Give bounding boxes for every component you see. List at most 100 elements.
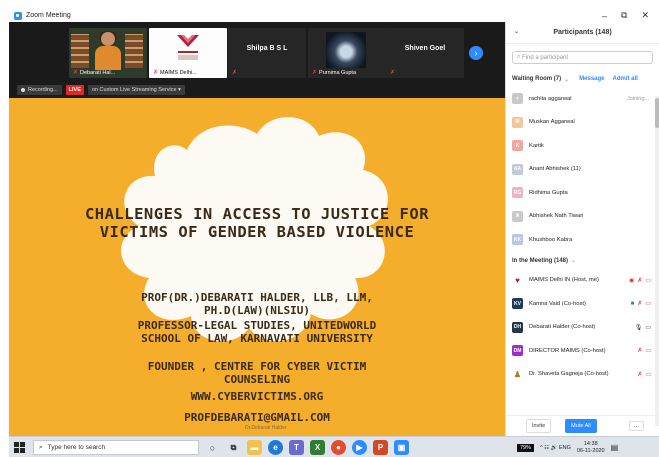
mic-muted-icon[interactable]: ✗ [637, 300, 642, 307]
more-options-button[interactable]: ... [628, 421, 644, 431]
participant-controls: ✗ ▭ [637, 347, 651, 354]
next-page-arrow-icon[interactable]: › [469, 46, 483, 60]
list-item[interactable]: K Kartik [512, 134, 653, 158]
excel-icon[interactable]: X [310, 440, 325, 455]
video-tile-purnima[interactable]: ✗ Purnima Gupta [308, 28, 386, 78]
waiting-room-header: Waiting Room (7) ⌄ Message Admit all [506, 74, 659, 84]
video-off-icon[interactable]: ▭ [645, 371, 651, 378]
message-button[interactable]: Message [579, 76, 604, 82]
list-item[interactable]: ♥ MAIMS Delhi IN (Host, me) ◉ ✗ ▭ [512, 269, 653, 293]
avatar: KK [512, 234, 523, 246]
edge-browser-icon[interactable]: e [268, 440, 283, 455]
list-item[interactable]: M Muskan Aggarwal [512, 111, 653, 135]
video-tile-shilpa[interactable]: Shilpa B S L ✗ [228, 28, 306, 78]
clock[interactable]: 14:38 06-11-2020 [577, 441, 605, 455]
mic-muted-icon: ✗ [153, 70, 159, 76]
mic-muted-icon: ✗ [312, 70, 318, 76]
avatar: M [512, 116, 523, 128]
teams-icon[interactable]: T [289, 440, 304, 455]
participant-name: Kamna Vaid (Co-host) [529, 300, 586, 307]
file-explorer-icon[interactable]: ▬ [247, 440, 262, 455]
tray-icons[interactable]: ^ ☷ 🔊 ENG [540, 445, 571, 451]
zoom-window: Zoom Meeting – ⧉ ✕ ✗ Debarati Hal... ✗ M… [9, 9, 659, 457]
video-tile-debarati[interactable]: ✗ Debarati Hal... [69, 28, 147, 78]
shared-slide: CHALLENGES IN ACCESS TO JUSTICE FOR VICT… [9, 98, 505, 436]
slide-role: PROFESSOR-LEGAL STUDIES, UNITEDWORLD SCH… [137, 319, 377, 345]
list-item[interactable]: r rachita aggarwal Joining... [512, 87, 653, 111]
chevron-down-icon[interactable]: ⌄ [571, 257, 576, 264]
mute-all-button[interactable]: Mute All [565, 419, 597, 433]
task-view-icon[interactable]: ⧉ [226, 440, 241, 455]
chevron-down-icon[interactable]: ⌄ [564, 76, 569, 83]
recording-indicator[interactable]: Recording... [17, 85, 62, 95]
slide-founder: FOUNDER , CENTRE FOR CYBER VICTIM COUNSE… [147, 360, 367, 386]
mic-muted-icon[interactable]: ✗ [637, 277, 642, 284]
avatar: RG [512, 187, 523, 199]
participant-controls: ■ ✗ ▭ [630, 300, 651, 308]
participant-name: Dr. Shaveta Gagneja (Co-host) [529, 371, 609, 378]
waiting-room-label[interactable]: Waiting Room (7) [512, 76, 561, 82]
cortana-icon[interactable]: ○ [205, 440, 220, 455]
collapse-chevron-icon[interactable]: ⌄ [514, 28, 519, 35]
bookshelf [125, 34, 143, 68]
participants-scrollbar[interactable] [655, 96, 659, 426]
video-tile-shiven[interactable]: Shiven Goel ✗ [386, 28, 464, 78]
video-off-icon[interactable]: ▭ [645, 277, 651, 284]
window-title: Zoom Meeting [26, 12, 71, 19]
participant-name: Kartik [529, 142, 544, 149]
mic-muted-icon[interactable]: ✗ [637, 347, 642, 354]
restore-button[interactable]: ⧉ [621, 10, 627, 21]
list-item[interactable]: A Abhishek Nath Tiwari [512, 205, 653, 229]
battery-indicator[interactable]: 79% [517, 443, 535, 452]
participant-name: MAIMS Delhi IN (Host, me) [529, 277, 599, 284]
notifications-icon[interactable]: ▤ [611, 443, 619, 452]
mic-on-icon[interactable]: 🎙 [635, 324, 643, 331]
participant-name: Anant Abhishek (11) [529, 166, 581, 173]
mic-muted-icon[interactable]: ✗ [637, 371, 642, 378]
chrome-icon[interactable]: ● [331, 440, 346, 455]
participant-name: DIRECTOR MAIMS (Co-host) [529, 347, 606, 354]
participant-name: Ridhima Gupta [529, 189, 568, 196]
close-button[interactable]: ✕ [641, 10, 649, 21]
zoom-meeting-taskbar-icon[interactable]: ▣ [394, 440, 409, 455]
minimize-button[interactable]: – [602, 11, 607, 21]
invite-button[interactable]: Invite [526, 419, 552, 433]
avatar: AA [512, 163, 523, 175]
list-item[interactable]: KK Khushboo Kabra [512, 228, 653, 252]
participant-name: Muskan Aggarwal [529, 119, 575, 126]
list-item[interactable]: AA Anant Abhishek (11) [512, 158, 653, 182]
participants-header: ⌄ Participants (148) [506, 22, 659, 44]
list-item[interactable]: RG Ridhima Gupta [512, 181, 653, 205]
share-icon: ◉ [629, 277, 635, 284]
window-controls: – ⧉ ✕ [602, 9, 649, 22]
in-meeting-label[interactable]: In the Meeting (148) [512, 258, 568, 264]
list-item[interactable]: DH Debarati Halder (Co-host) 🎙 ▭ [512, 316, 653, 340]
participant-search-input[interactable]: ⌕ Find a participant [512, 51, 653, 64]
slide-website: WWW.CYBERVICTIMS.ORG [190, 390, 324, 403]
list-item[interactable]: DM DIRECTOR MAIMS (Co-host) ✗ ▭ [512, 339, 653, 363]
list-item[interactable]: ♟ Dr. Shaveta Gagneja (Co-host) ✗ ▭ [512, 363, 653, 387]
title-bar: Zoom Meeting – ⧉ ✕ [9, 9, 659, 22]
video-tile-maims[interactable]: ✗ MAIMS Delhi... [149, 28, 227, 78]
video-off-icon[interactable]: ▭ [645, 300, 651, 307]
list-item[interactable]: KV Kamna Vaid (Co-host) ■ ✗ ▭ [512, 292, 653, 316]
avatar: KV [512, 298, 523, 310]
powerpoint-icon[interactable]: P [373, 440, 388, 455]
speaker-video [95, 31, 121, 70]
slide-watermark: Dr.Debarati Halder [245, 425, 287, 431]
waiting-room-list: r rachita aggarwal Joining... M Muskan A… [506, 87, 659, 252]
tile-center-name: Shiven Goel [404, 45, 446, 52]
maims-logo-icon [177, 35, 199, 60]
video-off-icon[interactable]: ▭ [645, 347, 651, 354]
screen-share-icon: ■ [630, 300, 635, 307]
avatar: r [512, 93, 523, 105]
search-icon: ⌕ [39, 443, 43, 451]
windows-start-icon[interactable] [14, 442, 25, 453]
tile-center-name: Shilpa B S L [246, 45, 288, 52]
streaming-dropdown[interactable]: on Custom Live Streaming Service ▾ [87, 85, 185, 95]
zoom-taskbar-icon[interactable]: ▶ [352, 440, 367, 455]
video-on-icon[interactable]: ▭ [645, 324, 651, 331]
admit-all-button[interactable]: Admit all [613, 76, 638, 82]
taskbar-search-input[interactable]: ⌕ Type here to search [33, 440, 199, 455]
mic-muted-icon: ✗ [232, 70, 238, 76]
